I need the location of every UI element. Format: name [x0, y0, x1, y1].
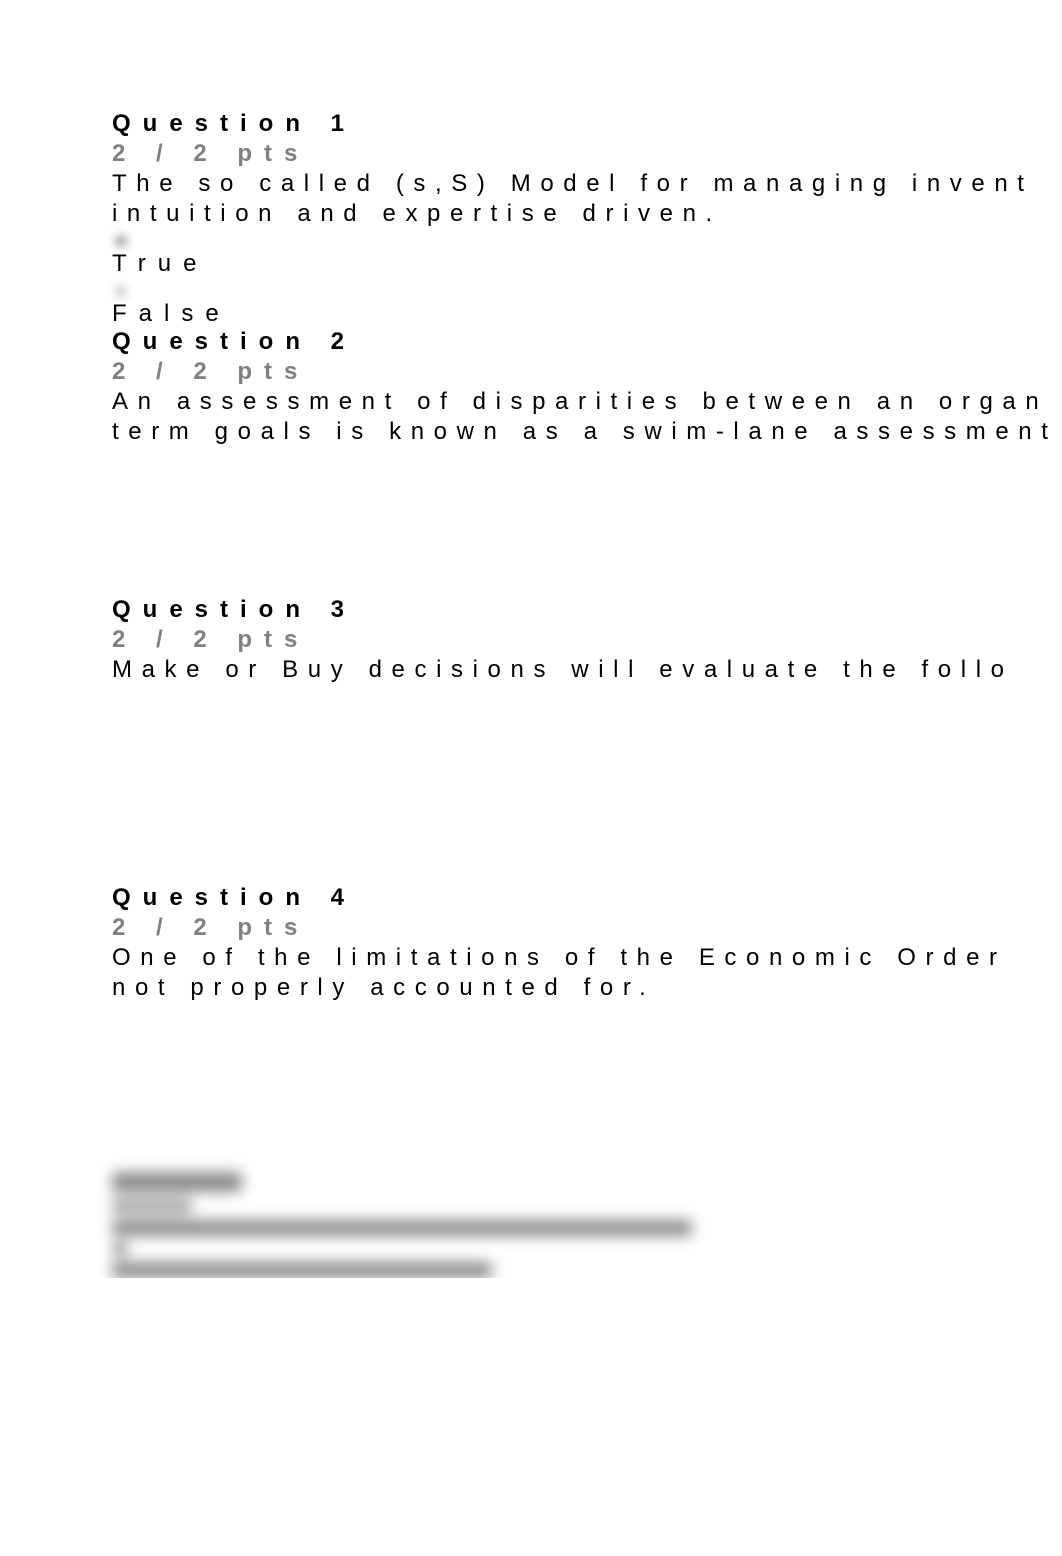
- answer-choice-true: True: [112, 250, 1062, 278]
- blurred-radio-icon: [112, 1242, 128, 1256]
- question-title: Question 1: [112, 110, 1062, 138]
- spacer: [112, 446, 1062, 596]
- question-text-line: One of the limitations of the Economic O…: [112, 944, 1062, 972]
- blurred-points: [112, 1198, 192, 1214]
- question-block-4: Question 4 2 / 2 pts One of the limitati…: [112, 884, 1062, 1002]
- radio-indicator-icon: [114, 284, 128, 298]
- answer-choice-false: False: [112, 300, 1062, 328]
- blurred-text-line: [112, 1220, 692, 1236]
- question-text-line: The so called (s,S) Model for managing i…: [112, 170, 1062, 198]
- question-text-line: term goals is known as a swim-lane asses…: [112, 418, 1062, 446]
- radio-indicator-icon: [114, 234, 128, 248]
- question-block-3: Question 3 2 / 2 pts Make or Buy decisio…: [112, 596, 1062, 684]
- blurred-preview: [112, 1172, 1062, 1278]
- question-points: 2 / 2 pts: [112, 140, 1062, 168]
- question-block-1: Question 1 2 / 2 pts The so called (s,S)…: [112, 110, 1062, 328]
- quiz-page: Question 1 2 / 2 pts The so called (s,S)…: [0, 0, 1062, 1278]
- question-title: Question 3: [112, 596, 1062, 624]
- question-text-line: intuition and expertise driven.: [112, 200, 1062, 228]
- question-points: 2 / 2 pts: [112, 914, 1062, 942]
- question-text-line: An assessment of disparities between an …: [112, 388, 1062, 416]
- blurred-text-line: [112, 1262, 492, 1278]
- question-title: Question 4: [112, 884, 1062, 912]
- question-block-2: Question 2 2 / 2 pts An assessment of di…: [112, 328, 1062, 446]
- question-text-line: Make or Buy decisions will evaluate the …: [112, 656, 1062, 684]
- blurred-question-title: [112, 1172, 242, 1192]
- question-points: 2 / 2 pts: [112, 358, 1062, 386]
- question-title: Question 2: [112, 328, 1062, 356]
- question-points: 2 / 2 pts: [112, 626, 1062, 654]
- spacer: [112, 684, 1062, 884]
- question-text-line: not properly accounted for.: [112, 974, 1062, 1002]
